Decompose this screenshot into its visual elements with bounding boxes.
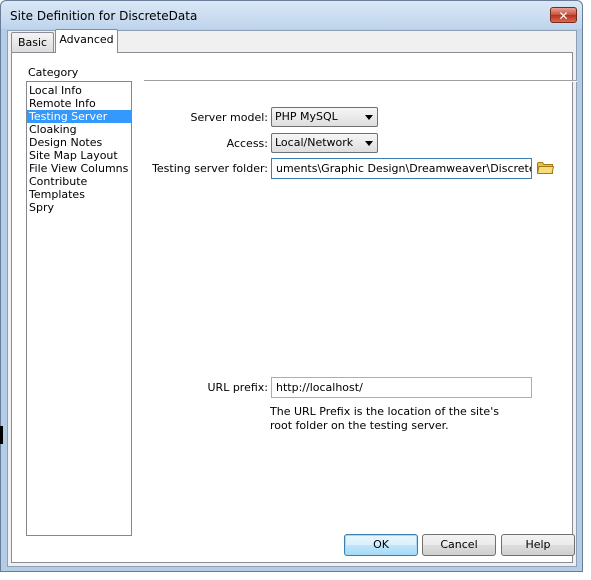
category-label: Category [28,66,79,79]
browse-folder-icon[interactable] [537,161,554,174]
category-item-remote-info[interactable]: Remote Info [27,97,131,110]
testing-folder-input[interactable]: uments\Graphic Design\Dreamweaver\Discre… [271,158,532,179]
chevron-down-icon [365,141,373,146]
title-bar: Site Definition for DiscreteData ✕ [1,1,582,29]
dialog-client: Basic Advanced Category Local Info Remot… [7,29,577,567]
cancel-button[interactable]: Cancel [422,534,496,556]
close-button[interactable]: ✕ [550,7,577,23]
access-label: Access: [226,137,268,150]
advanced-panel: Category Local Info Remote Info Testing … [11,52,577,563]
url-prefix-label: URL prefix: [207,381,269,394]
category-item-testing-server[interactable]: Testing Server [27,110,131,123]
access-select[interactable]: Local/Network [271,133,378,153]
background-edge-mark [0,426,3,444]
server-model-label: Server model: [190,111,268,124]
category-item-templates[interactable]: Templates [27,188,131,201]
url-prefix-help-line-1: The URL Prefix is the location of the si… [270,405,499,418]
ok-button[interactable]: OK [344,534,418,556]
access-value: Local/Network [275,136,354,149]
tab-advanced[interactable]: Advanced [55,29,118,53]
category-item-local-info[interactable]: Local Info [27,84,131,97]
category-item-contribute[interactable]: Contribute [27,175,131,188]
category-list[interactable]: Local Info Remote Info Testing Server Cl… [26,81,132,536]
url-prefix-input[interactable]: http://localhost/ [271,377,532,398]
category-item-spry[interactable]: Spry [27,201,131,214]
category-item-cloaking[interactable]: Cloaking [27,123,131,136]
chevron-down-icon [365,115,373,120]
server-model-select[interactable]: PHP MySQL [271,107,378,127]
help-button[interactable]: Help [501,534,575,556]
category-item-design-notes[interactable]: Design Notes [27,136,131,149]
url-prefix-help-line-2: root folder on the testing server. [270,419,449,432]
category-item-site-map-layout[interactable]: Site Map Layout [27,149,131,162]
section-divider [144,80,577,82]
window-title: Site Definition for DiscreteData [10,9,198,23]
server-model-value: PHP MySQL [275,110,338,123]
tab-basic[interactable]: Basic [11,32,54,52]
dialog-window: Site Definition for DiscreteData ✕ Basic… [0,0,583,572]
testing-folder-label: Testing server folder: [152,162,268,175]
category-item-file-view-columns[interactable]: File View Columns [27,162,131,175]
url-prefix-help: The URL Prefix is the location of the si… [270,405,499,433]
